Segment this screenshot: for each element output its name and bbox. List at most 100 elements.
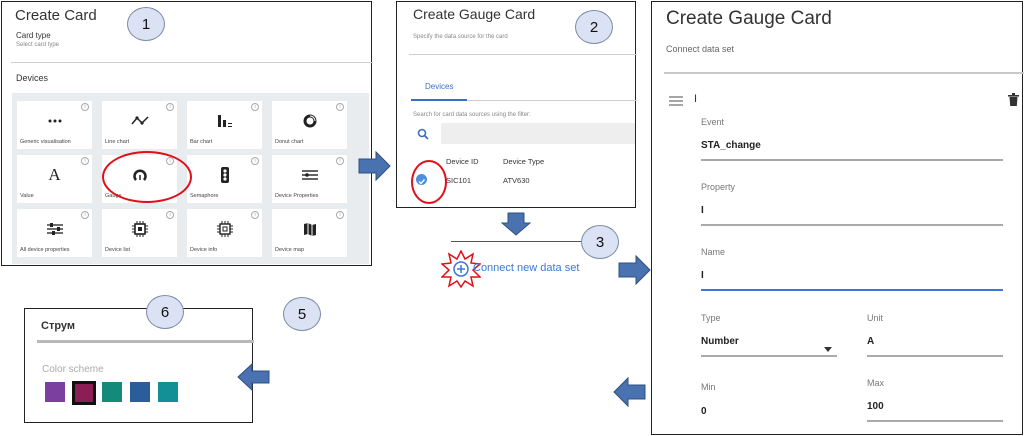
tile-all-device-properties[interactable]: i All device properties bbox=[17, 209, 92, 257]
panel-title: Create Gauge Card bbox=[413, 6, 536, 22]
step-badge-5: 5 bbox=[283, 297, 321, 331]
tile-semaphore[interactable]: i Semaphore bbox=[187, 155, 262, 203]
tile-label: All device properties bbox=[20, 247, 70, 253]
devices-label: Devices bbox=[16, 73, 49, 83]
card-title: Струм bbox=[41, 320, 76, 332]
value-icon: A bbox=[48, 165, 61, 184]
search-icon[interactable] bbox=[417, 127, 429, 145]
divider bbox=[664, 72, 1024, 74]
color-scheme-label: Color scheme bbox=[42, 364, 104, 375]
info-icon[interactable]: i bbox=[336, 211, 344, 219]
unit-label: Unit bbox=[867, 313, 884, 323]
color-swatch-cyan[interactable] bbox=[158, 382, 178, 402]
tile-generic-visualisation[interactable]: i Generic visualisation bbox=[17, 101, 92, 149]
map-icon bbox=[272, 222, 347, 236]
row-select-highlight bbox=[411, 160, 447, 204]
color-swatch-purple[interactable] bbox=[45, 382, 65, 402]
cell-device-type: ATV630 bbox=[503, 176, 530, 185]
unit-field[interactable]: A bbox=[867, 336, 874, 347]
tile-label: Value bbox=[20, 193, 34, 199]
semaphore-icon bbox=[187, 167, 262, 183]
tile-label: Device map bbox=[275, 247, 305, 253]
arrow-left-icon bbox=[237, 363, 270, 391]
ellipsis-icon bbox=[17, 114, 92, 128]
color-swatch-blue[interactable] bbox=[130, 382, 150, 402]
tile-value[interactable]: i A Value bbox=[17, 155, 92, 203]
tile-label: Donut chart bbox=[275, 139, 304, 145]
info-icon[interactable]: i bbox=[81, 103, 89, 111]
tile-label: Semaphore bbox=[190, 193, 219, 199]
divider bbox=[409, 54, 637, 55]
info-icon[interactable]: i bbox=[336, 157, 344, 165]
event-field[interactable]: STA_change bbox=[701, 140, 761, 151]
tile-donut-chart[interactable]: i Donut chart bbox=[272, 101, 347, 149]
tile-bar-chart[interactable]: i Bar chart bbox=[187, 101, 262, 149]
info-icon[interactable]: i bbox=[166, 211, 174, 219]
create-card-panel: Create Card Card type Select card type D… bbox=[1, 1, 373, 266]
info-icon[interactable]: i bbox=[251, 211, 259, 219]
event-label: Event bbox=[701, 117, 725, 127]
panel-title: Create Gauge Card bbox=[666, 8, 832, 29]
tile-label: Generic visualisation bbox=[20, 139, 71, 145]
trash-icon[interactable] bbox=[1008, 93, 1019, 111]
tile-label: Line chart bbox=[105, 139, 130, 145]
name-field-underline bbox=[701, 289, 1003, 291]
step-badge-3: 3 bbox=[581, 225, 619, 259]
unit-field-underline bbox=[867, 355, 1003, 357]
step-badge-1: 1 bbox=[127, 7, 165, 41]
name-label: Name bbox=[701, 247, 726, 257]
filter-input[interactable] bbox=[441, 123, 635, 144]
step-badge-6: 6 bbox=[146, 295, 184, 329]
tile-device-map[interactable]: i Device map bbox=[272, 209, 347, 257]
line-chart-icon bbox=[102, 114, 177, 128]
panel-title: Create Card bbox=[15, 7, 97, 24]
column-header-device-type: Device Type bbox=[503, 157, 545, 166]
filter-label: Search for card data sources using the f… bbox=[413, 112, 531, 118]
type-select[interactable]: Number bbox=[701, 336, 739, 347]
min-field[interactable]: 0 bbox=[701, 406, 707, 417]
divider bbox=[11, 62, 373, 63]
info-icon[interactable]: i bbox=[81, 157, 89, 165]
name-field[interactable]: I bbox=[701, 270, 704, 281]
tile-label: Device list bbox=[105, 247, 131, 253]
connect-new-data-set-link[interactable]: Connect new data set bbox=[473, 262, 579, 274]
type-select-underline bbox=[701, 355, 837, 357]
title-underline bbox=[37, 340, 254, 343]
bar-chart-icon bbox=[187, 114, 262, 128]
tile-device-properties[interactable]: i Device Properties bbox=[272, 155, 347, 203]
info-icon[interactable]: i bbox=[251, 157, 259, 165]
info-icon[interactable]: i bbox=[166, 103, 174, 111]
column-header-device-id: Device ID bbox=[446, 157, 479, 166]
drag-handle-icon[interactable] bbox=[669, 93, 683, 106]
tab-devices[interactable]: Devices bbox=[425, 82, 453, 91]
max-field-underline bbox=[867, 420, 1003, 422]
cell-device-id: SIC101 bbox=[446, 176, 472, 185]
info-icon[interactable]: i bbox=[251, 103, 259, 111]
event-field-underline bbox=[701, 159, 1003, 161]
data-set-name: I bbox=[694, 93, 698, 105]
max-field[interactable]: 100 bbox=[867, 401, 884, 412]
tab-active-indicator bbox=[411, 99, 467, 101]
property-field[interactable]: I bbox=[701, 205, 704, 216]
info-icon[interactable]: i bbox=[336, 103, 344, 111]
tile-device-info[interactable]: i Device info bbox=[187, 209, 262, 257]
min-label: Min bbox=[701, 382, 716, 392]
gauge-highlight-ellipse bbox=[102, 151, 192, 203]
panel-subtitle: Specify the data source for the card bbox=[413, 34, 508, 40]
tile-label: Bar chart bbox=[190, 139, 213, 145]
info-icon[interactable]: i bbox=[81, 211, 89, 219]
tile-line-chart[interactable]: i Line chart bbox=[102, 101, 177, 149]
chip-icon bbox=[102, 221, 177, 237]
tile-device-list[interactable]: i Device list bbox=[102, 209, 177, 257]
card-type-hint: Select card type bbox=[16, 42, 60, 48]
type-label: Type bbox=[701, 313, 721, 323]
arrow-down-icon bbox=[501, 212, 531, 236]
color-swatch-teal[interactable] bbox=[102, 382, 122, 402]
color-scheme-panel: Струм Color scheme bbox=[24, 308, 254, 423]
sliders-icon bbox=[17, 222, 92, 236]
color-swatch-magenta-selected[interactable] bbox=[72, 381, 96, 405]
max-label: Max bbox=[867, 378, 885, 388]
arrow-right-icon bbox=[618, 254, 651, 286]
property-field-underline bbox=[701, 224, 1003, 226]
donut-chart-icon bbox=[272, 114, 347, 128]
